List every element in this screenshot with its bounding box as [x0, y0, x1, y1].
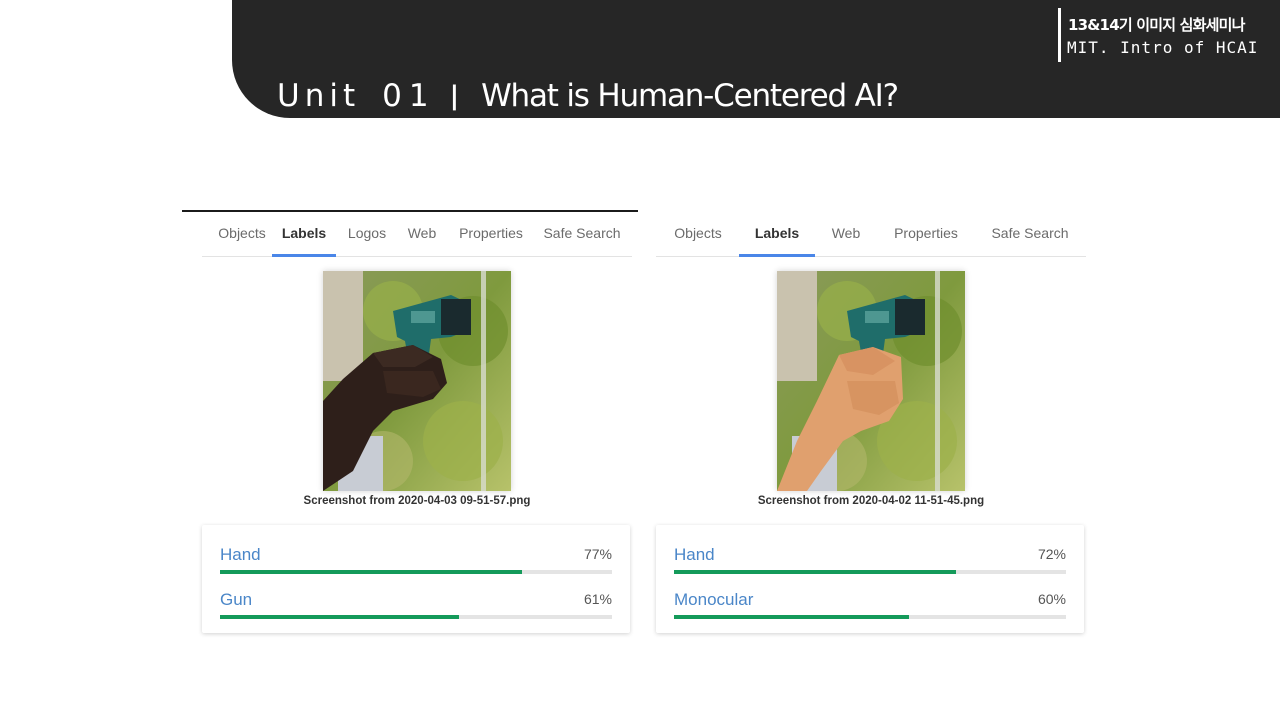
label-confidence: 77% [583, 546, 612, 562]
label-confidence: 72% [1037, 546, 1066, 562]
tab-web[interactable]: Web [402, 214, 442, 256]
top-rule [182, 210, 638, 212]
unit-number: 01 [382, 78, 436, 114]
label-name-link[interactable]: Gun [220, 590, 252, 610]
seminar-label: 13&14기 이미지 심화세미나 [1068, 16, 1245, 34]
thermometer-photo-light-hand [777, 271, 965, 491]
tab-objects[interactable]: Objects [210, 214, 274, 256]
corner-divider [1058, 8, 1061, 62]
thermometer-photo-dark-hand [323, 271, 511, 491]
tab-logos[interactable]: Logos [340, 214, 394, 256]
confidence-track [674, 570, 1066, 574]
image-caption: Screenshot from 2020-04-03 09-51-57.png [303, 495, 531, 507]
tab-properties[interactable]: Properties [454, 214, 528, 256]
tab-safe-search[interactable]: Safe Search [540, 214, 624, 256]
confidence-track [220, 570, 612, 574]
unit-title: Unit 01 | What is Human-Centered AI? [277, 74, 899, 118]
label-row: Gun 61% [220, 584, 612, 624]
confidence-bar [674, 570, 957, 574]
tab-web[interactable]: Web [824, 214, 868, 256]
vision-panel-left: Objects Labels Logos Web Properties Safe… [202, 214, 632, 633]
label-confidence: 60% [1037, 591, 1066, 607]
image-caption: Screenshot from 2020-04-02 11-51-45.png [757, 495, 985, 507]
tab-properties[interactable]: Properties [888, 214, 964, 256]
label-row: Monocular 60% [674, 584, 1066, 624]
title-separator: | [449, 81, 460, 111]
labels-card: Hand 72% Monocular 60% [656, 525, 1084, 633]
confidence-track [220, 615, 612, 619]
page-title: What is Human-Centered AI? [481, 78, 899, 114]
label-name-link[interactable]: Monocular [674, 590, 753, 610]
confidence-bar [220, 615, 460, 619]
confidence-bar [674, 615, 910, 619]
confidence-bar [220, 570, 522, 574]
tab-bar: Objects Labels Logos Web Properties Safe… [202, 214, 632, 257]
course-label: MIT. Intro of HCAI [1067, 38, 1259, 57]
label-name-link[interactable]: Hand [220, 545, 261, 565]
label-row: Hand 77% [220, 539, 612, 579]
labels-card: Hand 77% Gun 61% [202, 525, 630, 633]
confidence-track [674, 615, 1066, 619]
tab-safe-search[interactable]: Safe Search [988, 214, 1072, 256]
label-row: Hand 72% [674, 539, 1066, 579]
label-name-link[interactable]: Hand [674, 545, 715, 565]
vision-panel-right: Objects Labels Web Properties Safe Searc… [656, 214, 1086, 633]
tab-labels[interactable]: Labels [272, 214, 336, 257]
tab-labels[interactable]: Labels [739, 214, 815, 257]
tab-bar: Objects Labels Web Properties Safe Searc… [656, 214, 1086, 257]
label-confidence: 61% [583, 591, 612, 607]
unit-label: Unit [277, 78, 361, 114]
tab-objects[interactable]: Objects [666, 214, 730, 256]
